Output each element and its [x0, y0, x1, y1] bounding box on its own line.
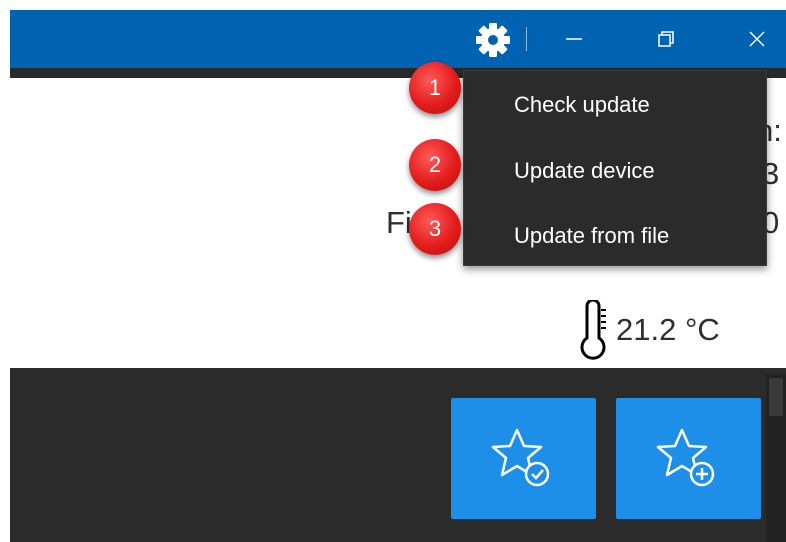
close-icon [749, 31, 765, 47]
star-add-icon [656, 428, 714, 486]
restore-icon [658, 31, 674, 47]
menu-item-update-from-file[interactable]: Update from file [514, 216, 669, 256]
menu-item-update-device[interactable]: Update device [514, 151, 655, 191]
temperature-value: 21.2 °C [616, 312, 720, 347]
minimize-button[interactable] [548, 16, 600, 62]
thermometer-icon [573, 298, 613, 360]
star-check-icon [491, 428, 549, 486]
scrollbar-thumb[interactable] [769, 378, 783, 416]
menu-item-check-update[interactable]: Check update [514, 85, 650, 125]
update-menu: Check update Update device Update from f… [463, 70, 767, 266]
step-marker-3: 3 [409, 203, 461, 255]
close-button[interactable] [731, 16, 783, 62]
gear-icon[interactable] [473, 22, 513, 58]
star-add-button[interactable] [616, 398, 761, 519]
step-marker-1: 1 [409, 62, 461, 114]
restore-button[interactable] [640, 16, 692, 62]
titlebar-separator [526, 27, 527, 51]
minimize-icon [566, 38, 582, 40]
step-marker-2: 2 [409, 139, 461, 191]
star-check-button[interactable] [451, 398, 596, 519]
